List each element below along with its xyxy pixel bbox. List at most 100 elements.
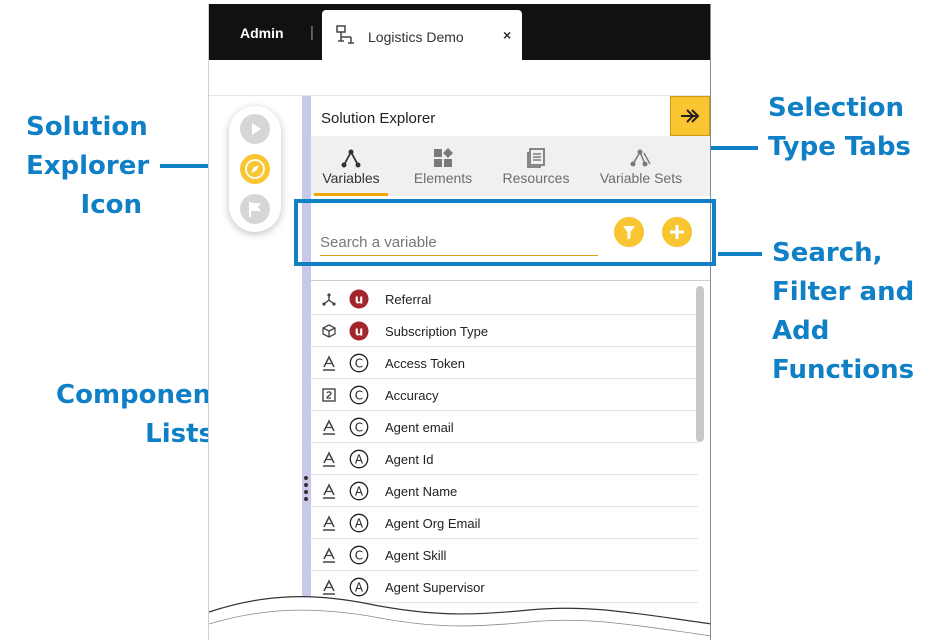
application-scope-icon: A: [349, 513, 369, 533]
number-type-icon: [322, 388, 336, 402]
variable-label: Subscription Type: [385, 324, 489, 339]
variable-label: Access Token: [385, 356, 465, 371]
resources-icon: [527, 148, 545, 168]
svg-text:A: A: [355, 516, 364, 530]
tab-logistics-demo[interactable]: Logistics Demo ×: [322, 10, 522, 60]
variable-label: Agent email: [385, 420, 454, 435]
tab-label: Resources: [502, 170, 570, 186]
plus-icon: [662, 217, 692, 247]
callout-line-text: Type Tabs: [768, 132, 911, 162]
callout-line-text: Functions: [772, 355, 915, 385]
svg-text:u: u: [355, 325, 364, 339]
variables-icon: [341, 149, 361, 168]
variable-list-item[interactable]: A Agent Name: [311, 475, 698, 507]
double-chevron-right-icon: [681, 109, 700, 123]
variable-label: Agent Id: [385, 452, 434, 467]
variable-list-item[interactable]: C Access Token: [311, 347, 698, 379]
svg-text:A: A: [355, 484, 364, 498]
variable-list-item[interactable]: C Accuracy: [311, 379, 698, 411]
search-input[interactable]: [320, 228, 598, 256]
variable-list-item[interactable]: A Agent Org Email: [311, 507, 698, 539]
active-tab-indicator: [314, 193, 388, 196]
tab-label: Logistics Demo: [368, 29, 464, 45]
text-type-icon: [323, 515, 335, 531]
case-scope-icon: C: [349, 417, 369, 437]
tab-variable-sets[interactable]: Variable Sets: [591, 136, 691, 196]
callout-line-text: Selection: [768, 93, 905, 123]
variable-label: Agent Skill: [385, 548, 447, 563]
rail-button-flag[interactable]: [240, 194, 270, 224]
callout-line-text: Solution: [26, 112, 148, 142]
callout-solution-explorer-icon: Solution Explorer Icon: [26, 108, 150, 225]
branch-type-icon: [322, 293, 336, 306]
panel-title: Solution Explorer: [321, 110, 436, 127]
callout-line-text: Add: [772, 316, 830, 346]
app-window: Admin | Logistics Demo × Solution Explor…: [208, 4, 711, 640]
callout-line-text: Component: [56, 380, 224, 410]
variable-list: u Referral u Subscription Type C Access Token…: [311, 283, 698, 603]
filter-button[interactable]: [614, 217, 644, 247]
panel-splitter[interactable]: [302, 96, 311, 640]
close-icon[interactable]: ×: [503, 27, 511, 43]
svg-text:C: C: [355, 420, 363, 434]
variable-list-item[interactable]: C Agent email: [311, 411, 698, 443]
top-bar: Admin | Logistics Demo ×: [209, 4, 710, 60]
workflow-icon: [336, 25, 354, 44]
admin-link[interactable]: Admin: [240, 25, 284, 41]
svg-text:A: A: [355, 452, 364, 466]
tab-label: Variables: [322, 170, 380, 186]
variable-list-item[interactable]: u Subscription Type: [311, 315, 698, 347]
text-type-icon: [323, 355, 335, 371]
variable-label: Agent Org Email: [385, 516, 481, 531]
elements-icon: [434, 148, 453, 167]
text-type-icon: [323, 451, 335, 467]
callout-connector: [718, 252, 762, 256]
variable-label: Accuracy: [385, 388, 439, 403]
list-divider: [311, 280, 710, 281]
splitter-grip[interactable]: [304, 476, 309, 506]
variable-list-item[interactable]: A Agent Id: [311, 443, 698, 475]
collapse-panel-button[interactable]: [670, 96, 710, 136]
tab-label: Elements: [413, 170, 473, 186]
callout-line-text: Lists: [145, 419, 214, 449]
variable-list-item[interactable]: u Referral: [311, 283, 698, 315]
tab-elements[interactable]: Elements: [401, 136, 485, 196]
add-button[interactable]: [662, 217, 692, 247]
case-scope-icon: C: [349, 353, 369, 373]
svg-text:C: C: [355, 388, 363, 402]
case-scope-icon: C: [349, 545, 369, 565]
callout-line-text: Icon: [80, 190, 142, 220]
callout-component-lists: Component Lists: [56, 376, 224, 454]
rail-button-solution-explorer[interactable]: [240, 154, 270, 184]
text-type-icon: [323, 419, 335, 435]
svg-text:C: C: [355, 356, 363, 370]
tab-label: Variable Sets: [599, 170, 683, 186]
user-scope-icon: u: [349, 289, 369, 309]
svg-text:u: u: [355, 293, 364, 307]
application-scope-icon: A: [349, 481, 369, 501]
variable-list-item[interactable]: C Agent Skill: [311, 539, 698, 571]
variable-label: Agent Name: [385, 484, 458, 499]
cube-type-icon: [322, 324, 336, 338]
application-scope-icon: A: [349, 449, 369, 469]
callout-line-text: Filter and: [772, 277, 915, 307]
text-type-icon: [323, 483, 335, 499]
left-rail: [229, 106, 281, 232]
callout-line-text: Search,: [772, 238, 883, 268]
callout-selection-type-tabs: Selection Type Tabs: [768, 89, 911, 167]
variable-sets-icon: [630, 149, 651, 167]
tab-variables[interactable]: Variables: [314, 136, 388, 196]
tab-resources[interactable]: Resources: [496, 136, 576, 196]
svg-text:C: C: [355, 548, 363, 562]
list-scrollbar[interactable]: [696, 286, 704, 442]
selection-type-tabs: Variables Elements Resources Variable Se…: [311, 136, 710, 196]
filter-icon: [614, 217, 644, 247]
variable-label: Referral: [385, 292, 432, 307]
torn-edge: [209, 596, 710, 640]
case-scope-icon: C: [349, 385, 369, 405]
play-icon: [240, 114, 270, 144]
rail-button-play[interactable]: [240, 114, 270, 144]
text-type-icon: [323, 547, 335, 563]
callout-search-filter-add: Search, Filter and Add Functions: [772, 234, 914, 390]
callout-line-text: Explorer: [26, 151, 150, 181]
